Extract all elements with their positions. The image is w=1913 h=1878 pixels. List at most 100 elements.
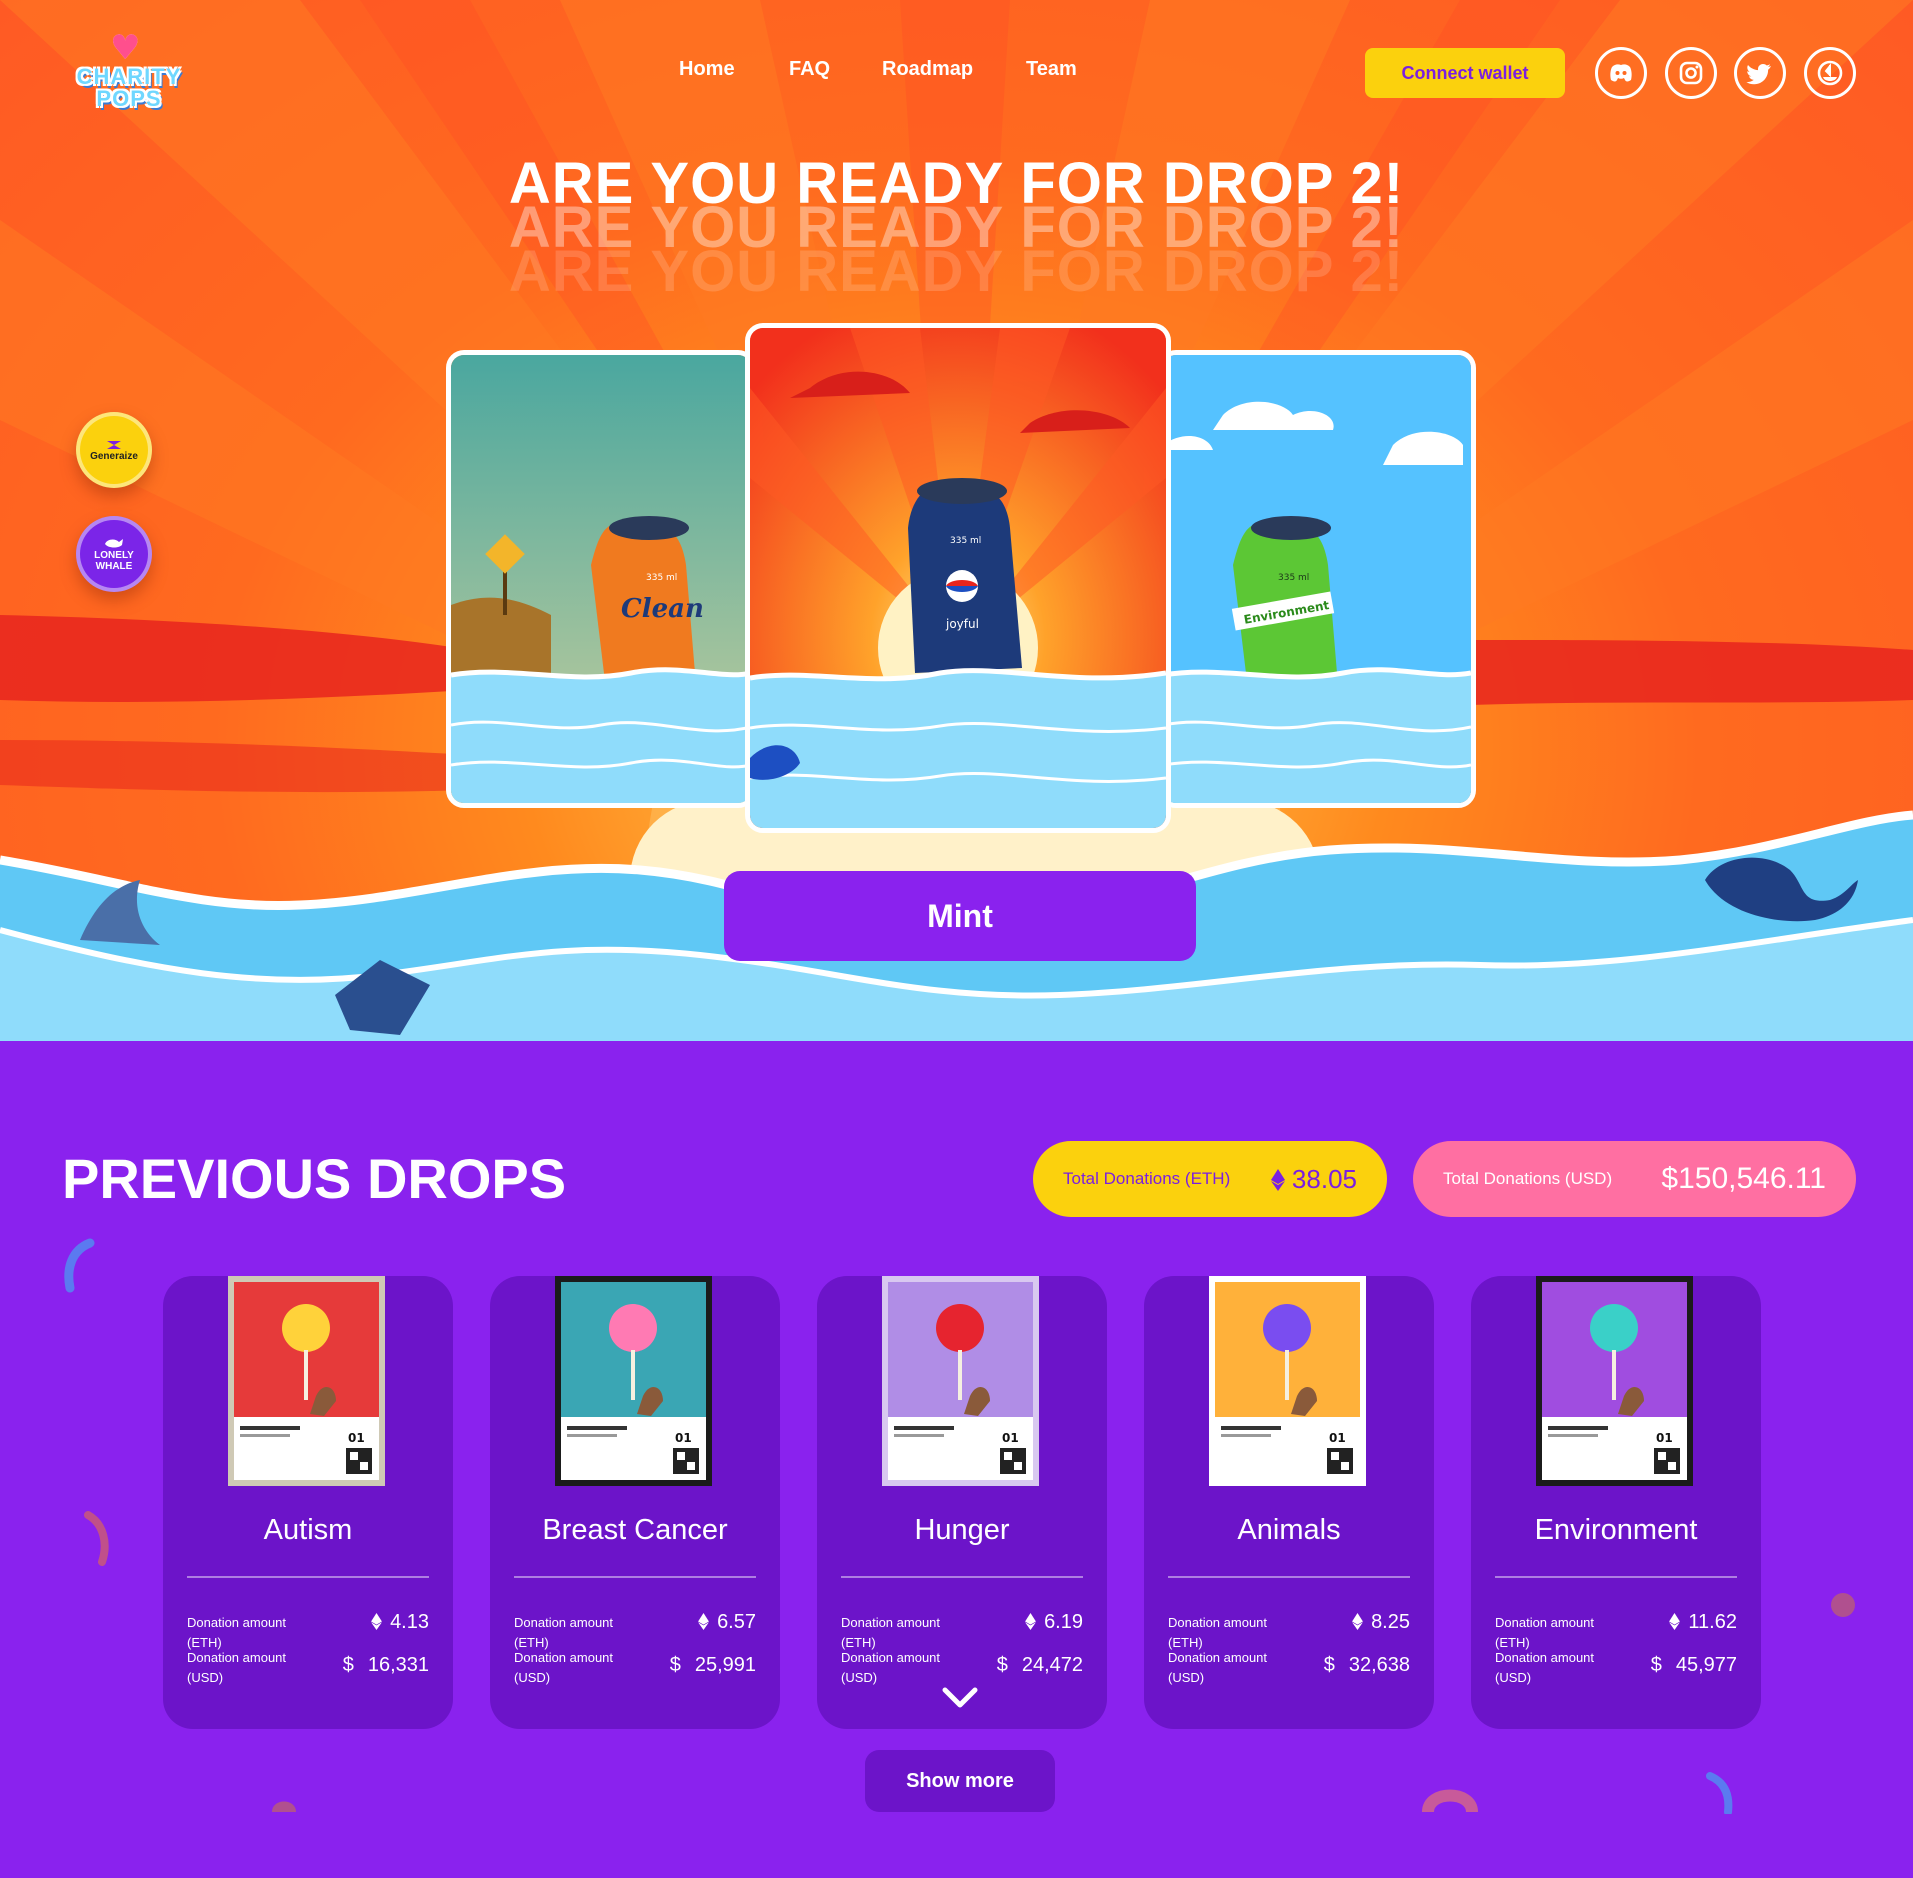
whale-icon [105, 539, 123, 548]
donation-usd-value: 32,638 [1348, 1654, 1410, 1676]
nft-card-clean[interactable]: 335 ml Clean [446, 350, 756, 808]
decorative-arc-icon-3 [1706, 1772, 1733, 1814]
svg-text:335 ml: 335 ml [1278, 573, 1309, 583]
svg-text:Clean: Clean [621, 594, 704, 624]
nav-team[interactable]: Team [1026, 58, 1077, 81]
twitter-link[interactable] [1734, 47, 1786, 99]
drop-card-animals[interactable]: 01 Animals Donation amount (ETH) 8.25 Donati… [1144, 1276, 1434, 1729]
donation-usd-value: 45,977 [1675, 1654, 1737, 1676]
svg-text:01: 01 [1329, 1431, 1346, 1445]
discord-link[interactable] [1595, 47, 1647, 99]
divider [1168, 1576, 1410, 1578]
dollar-sign-icon: $ [1323, 1654, 1335, 1676]
opensea-icon [1817, 60, 1843, 86]
dollar-sign-icon: $ [1650, 1654, 1662, 1676]
drop-cause-name: Animals [1237, 1514, 1341, 1546]
nft-card-environment[interactable]: 335 ml Environment [1158, 350, 1476, 808]
donation-eth-value: 4.13 [390, 1611, 429, 1633]
drop-card-environment[interactable]: 01 Environment Donation amount (ETH) 11.62 D… [1471, 1276, 1761, 1729]
nav-faq[interactable]: FAQ [789, 58, 830, 81]
opensea-link[interactable] [1804, 47, 1856, 99]
ethereum-icon [371, 1613, 382, 1630]
donation-eth-value: 11.62 [1688, 1611, 1737, 1633]
drop-artwork[interactable]: 01 [1536, 1276, 1693, 1486]
total-eth-label: Total Donations (ETH) [1063, 1169, 1231, 1188]
donation-usd-value: 24,472 [1021, 1654, 1083, 1676]
lollipop-artwork-icon: 01 [228, 1276, 385, 1486]
generaize-logo-icon [107, 440, 121, 449]
can-artwork-environment: 335 ml Environment [1163, 355, 1471, 803]
drop-cause-name: Breast Cancer [542, 1514, 728, 1546]
decorative-dot-icon [1831, 1593, 1855, 1617]
nav-home[interactable]: Home [679, 58, 735, 81]
can-artwork-joyful: 335 ml joyful [750, 328, 1166, 828]
donation-eth-value: 6.19 [1044, 1611, 1083, 1633]
drop-artwork[interactable]: 01 [228, 1276, 385, 1486]
donation-usd-value-wrap: $25,991 [670, 1654, 756, 1677]
ethereum-icon [698, 1613, 709, 1630]
donation-eth-value-wrap: 4.13 [371, 1611, 429, 1634]
svg-text:335 ml: 335 ml [950, 536, 981, 546]
donation-usd-row: Donation amount (USD) $25,991 [514, 1648, 756, 1692]
dollar-sign-icon: $ [342, 1654, 354, 1676]
donation-eth-row: Donation amount (ETH) 6.19 [841, 1611, 1083, 1650]
drop-artwork[interactable]: 01 [555, 1276, 712, 1486]
donation-usd-value: 25,991 [694, 1654, 756, 1676]
drop-artwork[interactable]: 01 [882, 1276, 1039, 1486]
connect-wallet-button[interactable]: Connect wallet [1365, 48, 1565, 98]
show-more-button[interactable]: Show more [865, 1750, 1055, 1812]
drop-cause-name: Autism [263, 1514, 353, 1546]
total-eth-value-wrap: 38.05 [1270, 1164, 1357, 1195]
lollipop-artwork-icon: 01 [1536, 1276, 1693, 1486]
donation-usd-label: Donation amount (USD) [1168, 1650, 1268, 1685]
discord-icon [1610, 64, 1632, 82]
drop-artwork[interactable]: 01 [1209, 1276, 1366, 1486]
svg-text:01: 01 [1002, 1431, 1019, 1445]
donation-eth-value-wrap: 8.25 [1352, 1611, 1410, 1634]
instagram-link[interactable] [1665, 47, 1717, 99]
donation-eth-label: Donation amount (ETH) [187, 1615, 287, 1650]
total-usd-label: Total Donations (USD) [1443, 1169, 1613, 1188]
decorative-ring-icon [1422, 1789, 1478, 1812]
donation-usd-row: Donation amount (USD) $32,638 [1168, 1648, 1410, 1692]
svg-text:335 ml: 335 ml [646, 573, 677, 583]
divider [841, 1576, 1083, 1578]
ethereum-icon [1270, 1168, 1285, 1191]
donation-eth-label: Donation amount (ETH) [514, 1615, 614, 1650]
svg-text:01: 01 [675, 1431, 692, 1445]
ethereum-icon [1025, 1613, 1036, 1630]
drop-card-breast-cancer[interactable]: 01 Breast Cancer Donation amount (ETH) 6.57… [490, 1276, 780, 1729]
drop-cause-name: Environment [1534, 1514, 1698, 1546]
svg-text:joyful: joyful [945, 617, 979, 631]
mint-button[interactable]: Mint [724, 871, 1196, 961]
donation-eth-row: Donation amount (ETH) 11.62 [1495, 1611, 1737, 1650]
divider [187, 1576, 429, 1578]
total-donations-usd: Total Donations (USD) $150,546.11 [1413, 1141, 1856, 1217]
nft-card-joyful[interactable]: 335 ml joyful [745, 323, 1171, 833]
decorative-arc-icon-2 [84, 1511, 109, 1566]
donation-eth-value-wrap: 6.57 [698, 1611, 756, 1634]
ethereum-icon [1352, 1613, 1363, 1630]
generaize-badge[interactable]: Generaize [76, 412, 152, 488]
lollipop-artwork-icon: 01 [882, 1276, 1039, 1486]
donation-eth-label: Donation amount (ETH) [841, 1615, 941, 1650]
drop-card-hunger[interactable]: 01 Hunger Donation amount (ETH) 6.19 Donatio… [817, 1276, 1107, 1729]
instagram-icon [1679, 61, 1703, 85]
donation-usd-label: Donation amount (USD) [187, 1650, 287, 1685]
nav-roadmap[interactable]: Roadmap [882, 58, 973, 81]
donation-usd-value-wrap: $45,977 [1651, 1654, 1737, 1677]
chevron-down-icon[interactable] [940, 1684, 980, 1712]
donation-eth-value: 8.25 [1371, 1611, 1410, 1633]
donation-usd-label: Donation amount (USD) [841, 1650, 941, 1685]
decorative-arc-icon [64, 1238, 95, 1293]
donation-eth-label: Donation amount (ETH) [1168, 1615, 1268, 1650]
ethereum-icon [1669, 1613, 1681, 1630]
donation-usd-row: Donation amount (USD) $16,331 [187, 1648, 429, 1692]
svg-text:01: 01 [1656, 1431, 1673, 1445]
donation-eth-row: Donation amount (ETH) 4.13 [187, 1611, 429, 1650]
hero-headline-echo-faint: ARE YOU READY FOR DROP 2! [508, 239, 1405, 304]
drop-card-autism[interactable]: 01 Autism Donation amount (ETH) 4.13 Donatio… [163, 1276, 453, 1729]
can-artwork-clean: 335 ml Clean [451, 355, 751, 803]
lonely-whale-badge[interactable]: LONELY WHALE [76, 516, 152, 592]
svg-text:01: 01 [348, 1431, 365, 1445]
